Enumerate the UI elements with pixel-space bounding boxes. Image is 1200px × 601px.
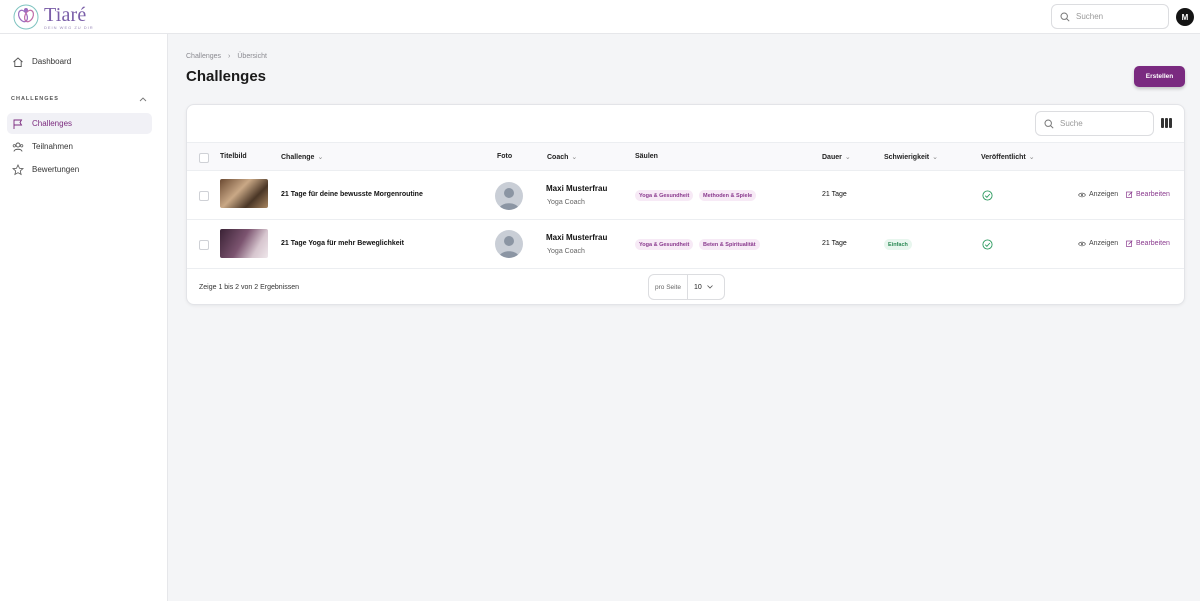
breadcrumb-current: Übersicht (237, 53, 267, 60)
sidebar-item-label: Teilnahmen (32, 142, 73, 151)
per-page-value[interactable]: 10 (688, 284, 713, 291)
select-all-checkbox[interactable] (199, 153, 209, 163)
star-icon (12, 163, 24, 175)
view-button[interactable]: Anzeigen (1078, 240, 1118, 247)
table-row: 21 Tage für deine bewusste Morgenroutine… (187, 171, 1184, 220)
coach-role: Yoga Coach (547, 199, 585, 206)
eye-icon (1078, 241, 1086, 246)
global-search[interactable] (1051, 4, 1169, 29)
challenge-cover-image (220, 229, 268, 258)
duration-value: 21 Tage (822, 240, 847, 247)
flag-icon (13, 119, 23, 129)
challenge-title[interactable]: 21 Tage Yoga für mehr Beweglichkeit (281, 240, 404, 247)
table-search-input[interactable] (1060, 119, 1145, 128)
column-header-challenge[interactable]: Challenge ⌄ (281, 153, 324, 162)
challenges-table-card: Titelbild Challenge⌄ Foto Coach⌄ Säulen … (186, 104, 1185, 305)
published-check-icon (982, 239, 993, 250)
row-checkbox[interactable] (199, 240, 209, 250)
coach-avatar (495, 230, 523, 258)
user-avatar[interactable]: M (1176, 8, 1194, 26)
sidebar-item-teilnahmen[interactable]: Teilnahmen (7, 136, 152, 157)
sidebar: Dashboard CHALLENGES Challenges Teilnahm… (0, 34, 168, 601)
page-title: Challenges (186, 68, 267, 85)
sidebar-item-dashboard[interactable]: Dashboard (7, 51, 152, 72)
coach-role: Yoga Coach (547, 248, 585, 255)
coach-name: Maxi Musterfrau (546, 233, 608, 242)
sidebar-section-label: CHALLENGES (11, 96, 59, 102)
view-label: Anzeigen (1089, 191, 1119, 198)
coach-name: Maxi Musterfrau (546, 184, 608, 193)
per-page-label: pro Seite (649, 275, 689, 299)
lotus-logo-icon (12, 3, 40, 31)
sidebar-item-label: Dashboard (32, 57, 72, 66)
published-check-icon (982, 190, 993, 201)
search-icon (1044, 118, 1054, 129)
challenge-cover-image (220, 179, 268, 208)
table-search[interactable] (1035, 111, 1154, 136)
pillar-tag: Yoga & Gesundheit (635, 190, 694, 201)
columns-toggle-icon[interactable] (1161, 118, 1172, 128)
column-header-coach[interactable]: Coach ⌄ (547, 153, 578, 162)
logo-text: Tiaré (44, 3, 87, 26)
edit-label: Bearbeiten (1136, 240, 1170, 247)
breadcrumb-root[interactable]: Challenges (186, 53, 221, 60)
chevron-down-icon: ⌄ (932, 154, 939, 161)
chevron-up-icon (139, 97, 147, 102)
per-page-select[interactable]: pro Seite 10 (648, 274, 725, 300)
pillar-tag: Methoden & Spiele (699, 190, 757, 201)
create-button[interactable]: Erstellen (1134, 66, 1185, 87)
search-icon (1060, 11, 1070, 22)
chevron-down-icon: ⌄ (1028, 154, 1035, 161)
difficulty-badge: Einfach (884, 239, 912, 250)
chevron-down-icon: ⌄ (844, 154, 851, 161)
sidebar-item-label: Challenges (32, 119, 73, 128)
chevron-down-icon (707, 285, 713, 289)
edit-button[interactable]: Bearbeiten (1126, 191, 1170, 198)
edit-icon (1126, 240, 1133, 247)
sidebar-section-challenges[interactable]: CHALLENGES (11, 96, 147, 102)
column-header-photo: Foto (497, 153, 513, 160)
pillar-tag: Beten & Spiritualität (699, 239, 760, 250)
duration-value: 21 Tage (822, 191, 847, 198)
pillar-tag: Yoga & Gesundheit (635, 239, 694, 250)
sidebar-item-bewertungen[interactable]: Bewertungen (7, 159, 152, 180)
top-bar: Tiaré Dein Weg zu dir M (0, 0, 1200, 34)
column-header-published[interactable]: Veröffentlicht ⌄ (981, 153, 1035, 162)
pagination-summary: Zeige 1 bis 2 von 2 Ergebnissen (199, 284, 300, 291)
breadcrumb-separator-icon: › (228, 53, 231, 60)
logo-tagline: Dein Weg zu dir (44, 24, 94, 30)
column-header-image: Titelbild (220, 153, 247, 160)
global-search-input[interactable] (1076, 12, 1161, 21)
sidebar-item-challenges[interactable]: Challenges (7, 113, 152, 134)
view-label: Anzeigen (1089, 240, 1119, 247)
view-button[interactable]: Anzeigen (1078, 191, 1118, 198)
challenge-title[interactable]: 21 Tage für deine bewusste Morgenroutine (281, 191, 423, 198)
eye-icon (1078, 192, 1086, 197)
sidebar-item-label: Bewertungen (32, 165, 80, 174)
table-row: 21 Tage Yoga für mehr Beweglichkeit Maxi… (187, 220, 1184, 269)
home-icon (13, 56, 23, 67)
edit-label: Bearbeiten (1136, 191, 1170, 198)
table-header: Titelbild Challenge ⌄ Foto Coach ⌄ Säulen … (187, 142, 1184, 171)
column-header-pillars: Säulen (635, 153, 658, 160)
logo[interactable]: Tiaré Dein Weg zu dir (12, 3, 94, 31)
coach-avatar (495, 182, 523, 210)
column-header-duration[interactable]: Dauer ⌄ (822, 153, 851, 162)
chevron-down-icon: ⌄ (571, 154, 578, 161)
edit-icon (1126, 191, 1133, 198)
users-icon (12, 142, 24, 152)
row-checkbox[interactable] (199, 191, 209, 201)
edit-button[interactable]: Bearbeiten (1126, 240, 1170, 247)
breadcrumb: Challenges › Übersicht (186, 53, 267, 60)
chevron-down-icon: ⌄ (317, 154, 324, 161)
column-header-difficulty[interactable]: Schwierigkeit ⌄ (884, 153, 939, 162)
